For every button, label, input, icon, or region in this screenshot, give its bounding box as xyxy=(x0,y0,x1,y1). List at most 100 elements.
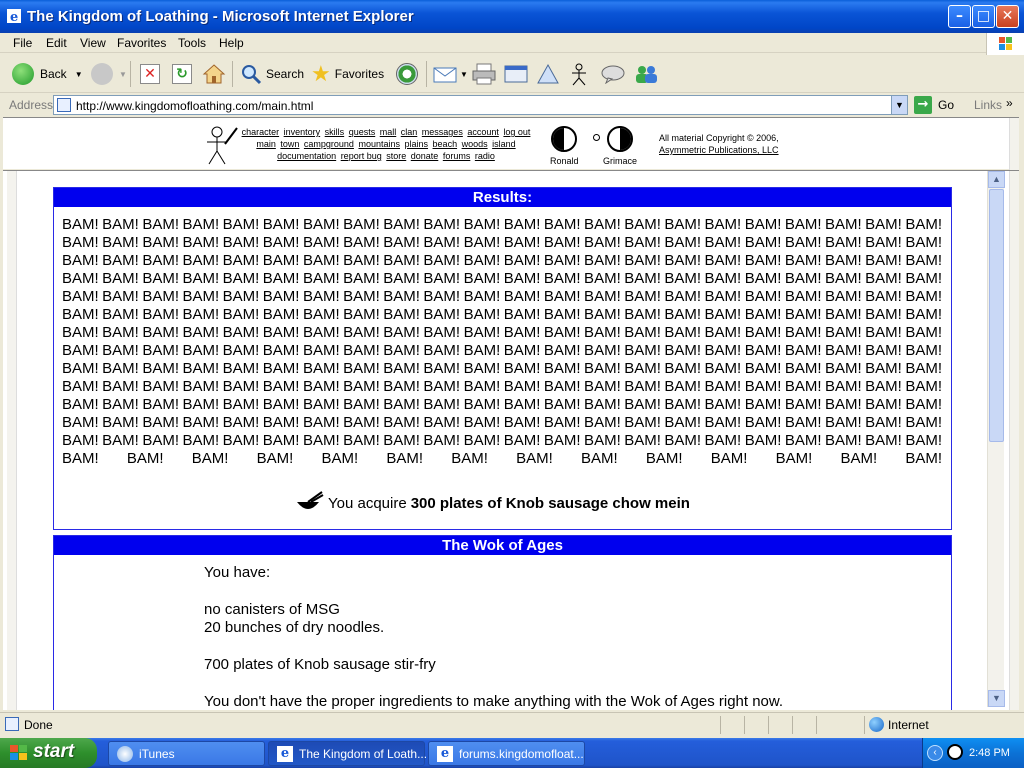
go-button[interactable]: → Go xyxy=(914,95,954,115)
research-button[interactable] xyxy=(600,62,626,86)
history-icon xyxy=(396,63,418,85)
start-button[interactable]: start xyxy=(0,738,97,768)
start-label: start xyxy=(33,741,75,762)
back-dropdown-icon[interactable]: ▼ xyxy=(75,70,83,79)
nav-skills[interactable]: skills xyxy=(325,127,345,137)
scroll-down-icon[interactable]: ▼ xyxy=(988,690,1005,707)
search-label: Search xyxy=(266,67,305,81)
task-itunes[interactable]: iTunes xyxy=(108,741,265,766)
network-icon xyxy=(537,63,559,84)
menu-favorites[interactable]: Favorites xyxy=(117,36,166,50)
nav-quests[interactable]: quests xyxy=(349,127,376,137)
links-toolbar[interactable]: Links xyxy=(974,98,1002,112)
history-button[interactable] xyxy=(396,62,418,86)
nav-store[interactable]: store xyxy=(386,151,406,161)
nav-row-2: main town campground mountains plains be… xyxy=(239,138,533,150)
favorites-label: Favorites xyxy=(334,67,385,81)
right-frame-scrollbar[interactable] xyxy=(1009,171,1019,710)
wok-no-ingredients: You don't have the proper ingredients to… xyxy=(204,693,784,710)
nav-donate[interactable]: donate xyxy=(411,151,439,161)
nav-mountains[interactable]: mountains xyxy=(358,139,400,149)
minimize-button[interactable]: – xyxy=(948,5,971,28)
contacts-icon xyxy=(636,66,657,83)
system-tray: ‹ 2:48 PM xyxy=(922,738,1024,768)
nav-beach[interactable]: beach xyxy=(433,139,458,149)
menu-help[interactable]: Help xyxy=(219,36,244,50)
page-icon xyxy=(57,98,71,112)
page-done-icon xyxy=(5,717,19,731)
edit-button[interactable] xyxy=(504,62,528,86)
contacts-button[interactable] xyxy=(633,62,659,86)
clock[interactable]: 2:48 PM xyxy=(969,747,1010,759)
nav-town[interactable]: town xyxy=(280,139,299,149)
toolbar-separator xyxy=(232,61,233,87)
forward-dropdown-icon: ▼ xyxy=(119,69,127,79)
stop-button[interactable]: ✕ xyxy=(140,62,160,86)
home-button[interactable] xyxy=(202,62,226,86)
copyright-link[interactable]: Asymmetric Publications, LLC xyxy=(659,144,779,156)
maximize-button[interactable]: □ xyxy=(972,5,995,28)
nav-forums[interactable]: forums xyxy=(443,151,471,161)
nav-mall[interactable]: mall xyxy=(380,127,397,137)
nav-documentation[interactable]: documentation xyxy=(277,151,336,161)
nav-messages[interactable]: messages xyxy=(422,127,463,137)
nav-woods[interactable]: woods xyxy=(462,139,488,149)
address-input[interactable]: http://www.kingdomofloathing.com/main.ht… xyxy=(53,95,908,115)
nav-character[interactable]: character xyxy=(242,127,280,137)
back-button[interactable]: Back ▼ xyxy=(12,62,83,86)
acquire-prefix: You acquire xyxy=(328,494,407,512)
main-vertical-scrollbar[interactable]: ▲ ▼ xyxy=(987,171,1005,707)
nav-clan[interactable]: clan xyxy=(401,127,418,137)
left-frame-scrollbar[interactable] xyxy=(7,171,17,710)
refresh-button[interactable]: ↻ xyxy=(172,62,192,86)
toolbar-separator xyxy=(130,61,131,87)
task-kingdom-of-loathing[interactable]: e The Kingdom of Loath... xyxy=(268,741,427,766)
discuss-button[interactable] xyxy=(536,62,560,86)
panda-antivirus-icon[interactable] xyxy=(947,744,963,760)
top-frame-scrollbar[interactable] xyxy=(1009,118,1019,170)
close-button[interactable]: ✕ xyxy=(996,5,1019,28)
menu-view[interactable]: View xyxy=(80,36,106,50)
nav-inventory[interactable]: inventory xyxy=(284,127,321,137)
title-bar[interactable]: e The Kingdom of Loathing - Microsoft In… xyxy=(0,0,1024,33)
nav-account[interactable]: account xyxy=(467,127,499,137)
home-icon xyxy=(202,64,226,84)
address-bar: Address http://www.kingdomofloathing.com… xyxy=(0,94,1024,116)
messenger-button[interactable] xyxy=(568,62,590,86)
links-chevron-icon[interactable]: » xyxy=(1006,96,1013,110)
tray-expand-icon[interactable]: ‹ xyxy=(927,745,943,761)
address-dropdown-icon[interactable]: ▼ xyxy=(891,96,907,114)
nav-radio[interactable]: radio xyxy=(475,151,495,161)
nav-island[interactable]: island xyxy=(492,139,516,149)
windows-logo-icon xyxy=(986,33,1024,55)
mail-button[interactable]: ▼ xyxy=(433,62,468,86)
ie-icon: e xyxy=(437,746,453,762)
menu-tools[interactable]: Tools xyxy=(178,36,206,50)
windows-flag-icon xyxy=(10,745,27,760)
nav-logout[interactable]: log out xyxy=(503,127,530,137)
window-title: The Kingdom of Loathing - Microsoft Inte… xyxy=(27,8,414,25)
print-button[interactable] xyxy=(472,62,496,86)
back-label: Back xyxy=(40,67,67,81)
nav-main[interactable]: main xyxy=(256,139,276,149)
scroll-up-icon[interactable]: ▲ xyxy=(988,171,1005,188)
task-forums[interactable]: e forums.kingdomofloat... xyxy=(428,741,585,766)
wok-body: You have: no canisters of MSG 20 bunches… xyxy=(204,564,783,710)
nav-campground[interactable]: campground xyxy=(304,139,354,149)
svg-text:e: e xyxy=(10,10,18,24)
menu-bar: File Edit View Favorites Tools Help xyxy=(0,33,1024,53)
search-button[interactable]: Search xyxy=(240,62,304,86)
nav-plains[interactable]: plains xyxy=(405,139,429,149)
search-icon xyxy=(242,65,262,85)
nav-report-bug[interactable]: report bug xyxy=(341,151,382,161)
results-panel: Results: BAM! BAM! BAM! BAM! BAM! BAM! B… xyxy=(53,187,952,530)
menu-edit[interactable]: Edit xyxy=(46,36,67,50)
forward-button[interactable]: ▼ xyxy=(91,62,127,86)
scroll-thumb[interactable] xyxy=(989,189,1004,442)
results-header: Results: xyxy=(54,188,951,207)
favorites-button[interactable]: ★ Favorites xyxy=(311,62,385,87)
printer-icon xyxy=(472,63,496,85)
menu-file[interactable]: File xyxy=(13,36,32,50)
status-divider xyxy=(864,716,865,734)
standard-toolbar: Back ▼ ▼ ✕ ↻ Search ★ Favorites ▼ xyxy=(0,55,1024,93)
